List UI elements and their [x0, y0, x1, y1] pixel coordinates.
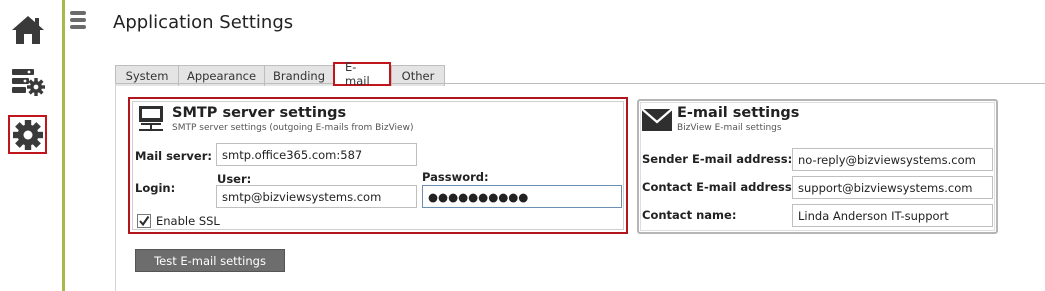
- login-label: Login:: [135, 181, 176, 195]
- home-icon: [12, 16, 44, 44]
- enable-ssl-checkbox[interactable]: [137, 214, 151, 228]
- contact-email-input[interactable]: [792, 176, 993, 199]
- data-settings-icon: [12, 69, 45, 96]
- menu-toggle-icon[interactable]: [70, 11, 88, 29]
- computer-icon: [139, 106, 163, 131]
- contact-name-input[interactable]: [792, 204, 993, 227]
- smtp-settings-panel: SMTP server settings SMTP server setting…: [128, 97, 628, 234]
- contact-email-label: Contact E-mail address:: [642, 180, 797, 194]
- sender-email-label: Sender E-mail address:: [642, 152, 793, 166]
- enable-ssl-row[interactable]: Enable SSL: [137, 214, 220, 228]
- smtp-title: SMTP server settings: [172, 105, 347, 121]
- user-label: User:: [217, 172, 252, 186]
- smtp-subtitle: SMTP server settings (outgoing E-mails f…: [172, 123, 414, 133]
- email-title: E-mail settings: [677, 105, 800, 121]
- user-input[interactable]: [216, 185, 417, 208]
- mail-server-label: Mail server:: [135, 149, 212, 163]
- email-subtitle: BizView E-mail settings: [677, 123, 782, 133]
- enable-ssl-label: Enable SSL: [156, 214, 220, 228]
- gear-icon: [12, 119, 43, 150]
- home-button[interactable]: [8, 10, 48, 50]
- checkmark-icon: [139, 215, 150, 227]
- test-email-button[interactable]: Test E-mail settings: [135, 249, 285, 272]
- password-input[interactable]: [422, 185, 622, 208]
- rail-divider: [62, 0, 65, 291]
- sender-email-input[interactable]: [792, 148, 993, 171]
- page-title: Application Settings: [113, 12, 294, 33]
- settings-button[interactable]: [8, 115, 47, 154]
- envelope-icon: [641, 108, 673, 131]
- mail-server-input[interactable]: [216, 143, 417, 166]
- email-settings-panel: E-mail settings BizView E-mail settings …: [637, 99, 998, 234]
- nav-rail: [0, 0, 62, 291]
- tab-email[interactable]: E-mail: [333, 60, 391, 88]
- password-label: Password:: [422, 170, 489, 184]
- contact-name-label: Contact name:: [642, 208, 737, 222]
- data-settings-button[interactable]: [8, 62, 48, 102]
